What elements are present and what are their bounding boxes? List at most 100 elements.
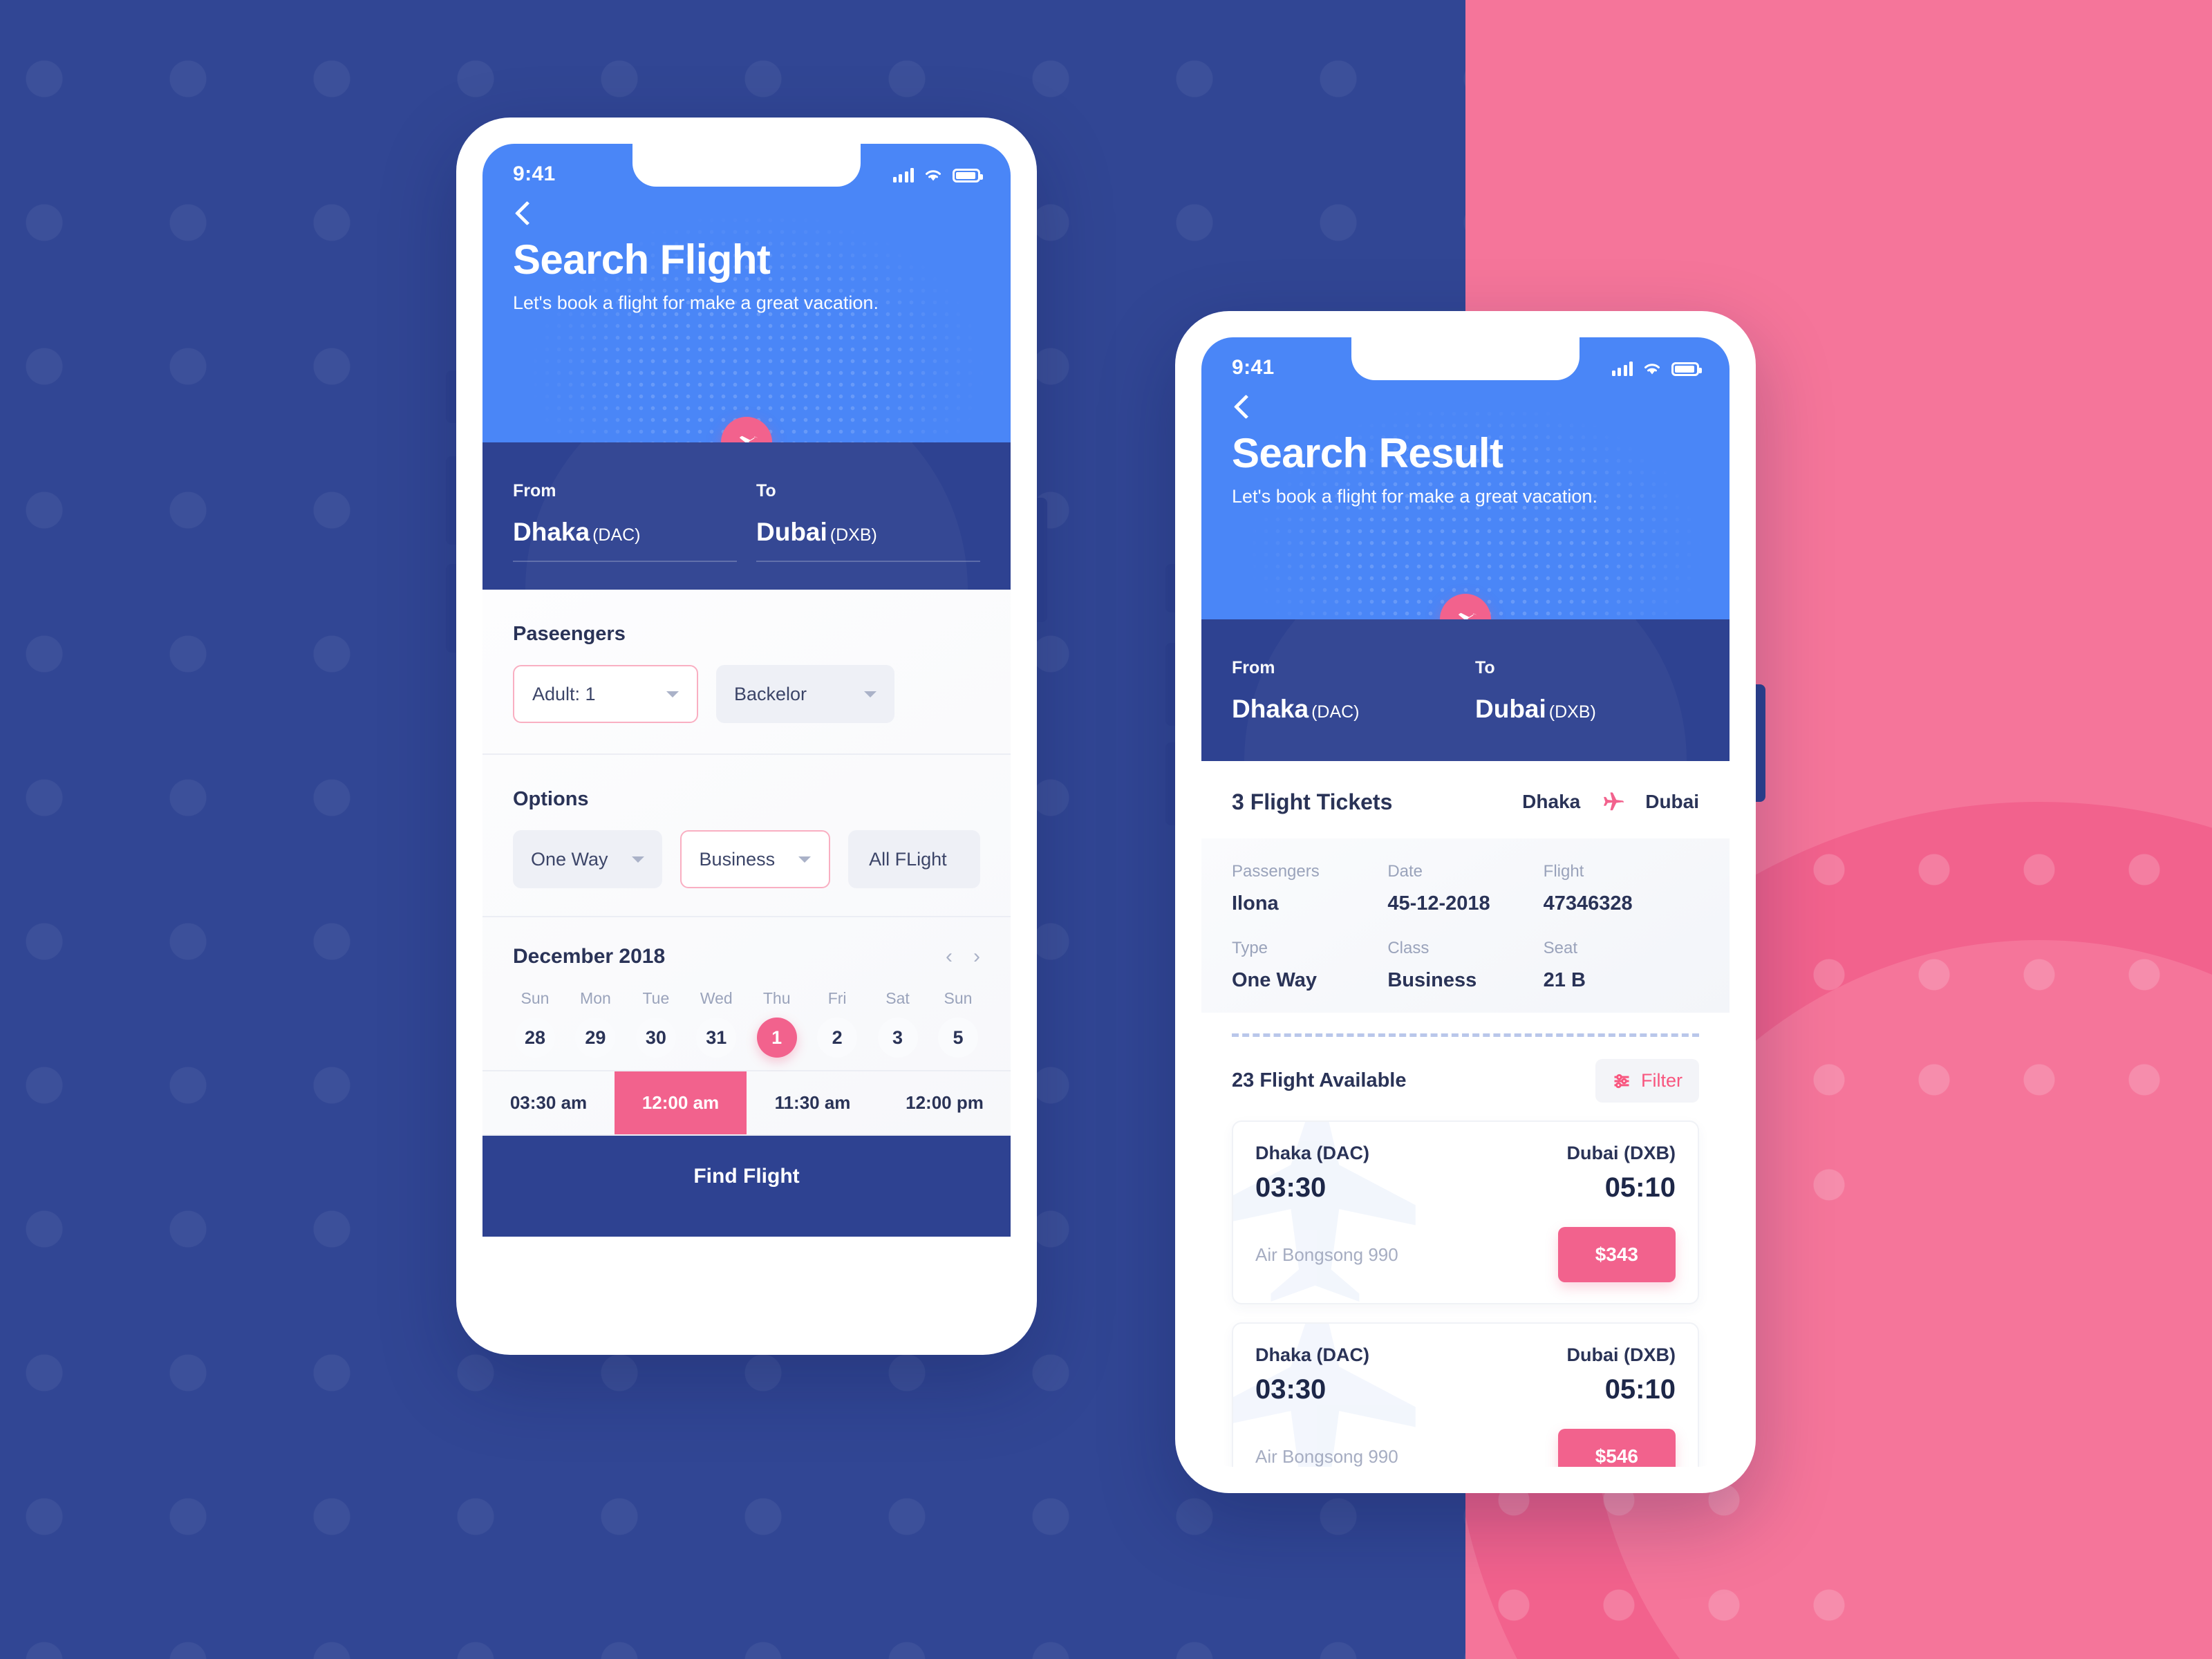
calendar-day-cell[interactable]: Sat 3 xyxy=(876,989,920,1058)
calendar-day-number: 29 xyxy=(575,1018,616,1058)
options-section: Options One Way Business All FLight xyxy=(482,755,1011,916)
calendar-day-cell[interactable]: Tue 30 xyxy=(634,989,678,1058)
from-label: From xyxy=(513,481,556,500)
phone1-route-panel: From Dhaka (DAC) To Dubai (DXB) xyxy=(482,442,1011,590)
tickets-header: 3 Flight Tickets Dhaka Dubai xyxy=(1201,761,1730,838)
from-city: Dhaka xyxy=(1232,695,1309,723)
flight-result-card[interactable]: Dhaka (DAC) 03:30 Dubai (DXB) 05:10 Air Bong… xyxy=(1232,1121,1699,1304)
flight-label: Flight xyxy=(1543,862,1584,881)
phone1-volume-up-button[interactable] xyxy=(446,456,457,545)
airplane-icon xyxy=(1459,612,1477,619)
calendar-day-number: 31 xyxy=(696,1018,737,1058)
phone2-power-button[interactable] xyxy=(1756,684,1765,802)
calendar-day-cell[interactable]: Fri 2 xyxy=(815,989,859,1058)
ticket-summary-panel: Passengers Ilona Date 45-12-2018 Flight … xyxy=(1201,838,1730,1013)
passenger-type-select[interactable]: Backelor xyxy=(716,665,894,723)
summary-row: Type One Way Class Business Seat 21 B xyxy=(1232,939,1699,992)
seat-label: Seat xyxy=(1543,939,1578,957)
all-flight-button[interactable]: All FLight xyxy=(848,830,980,888)
ticket-destination: Dubai xyxy=(1645,791,1699,812)
passengers-section: Paseengers Adult: 1 Backelor xyxy=(482,590,1011,753)
trip-type-select[interactable]: One Way xyxy=(513,830,662,888)
calendar-day-number: 28 xyxy=(515,1018,555,1058)
chevron-left-icon[interactable]: ‹ xyxy=(946,945,953,968)
airplane-icon xyxy=(1604,792,1624,811)
find-flight-label: Find Flight xyxy=(693,1165,800,1188)
calendar-day-cell[interactable]: Thu 1 xyxy=(755,989,799,1058)
from-field[interactable]: From Dhaka (DAC) xyxy=(513,481,737,562)
phone2-route-panel: From Dhaka (DAC) To Dubai (DXB) xyxy=(1201,619,1730,761)
seat-value: 21 B xyxy=(1543,969,1586,991)
back-chevron-icon[interactable] xyxy=(513,202,536,225)
summary-seat: Seat 21 B xyxy=(1544,939,1699,992)
status-time: 9:41 xyxy=(1232,356,1275,379)
phone1-mute-button[interactable] xyxy=(446,371,457,423)
ticket-origin: Dhaka xyxy=(1522,791,1581,812)
calendar-day-cell[interactable]: Wed 31 xyxy=(694,989,738,1058)
summary-passengers: Passengers Ilona xyxy=(1232,862,1387,915)
chevron-down-icon xyxy=(798,856,812,863)
flight-departure-time: 03:30 xyxy=(1255,1172,1327,1203)
summary-flight: Flight 47346328 xyxy=(1544,862,1699,915)
from-value: Dhaka (DAC) xyxy=(1232,695,1456,738)
status-icons xyxy=(892,167,983,182)
phone2-volume-down-button[interactable] xyxy=(1165,742,1175,825)
class-value: Business xyxy=(1387,969,1477,991)
calendar-day-cell[interactable]: Sun 5 xyxy=(936,989,980,1058)
calendar-nav: ‹ › xyxy=(946,945,980,968)
chevron-down-icon xyxy=(631,856,644,863)
time-slot[interactable]: 11:30 am xyxy=(747,1071,879,1134)
flight-origin: Dhaka (DAC) 03:30 xyxy=(1255,1344,1369,1405)
flight-arrival-time: 05:10 xyxy=(1604,1374,1676,1405)
flight-price-button[interactable]: $546 xyxy=(1557,1429,1676,1467)
back-chevron-icon[interactable] xyxy=(1232,395,1255,419)
type-label: Type xyxy=(1232,939,1268,957)
sliders-icon xyxy=(1614,1074,1629,1088)
summary-class: Class Business xyxy=(1387,939,1543,992)
class-value: Business xyxy=(699,848,776,870)
time-slot[interactable]: 12:00 pm xyxy=(879,1071,1011,1134)
calendar-section: December 2018 ‹ › Sun 28 Mon 29 Tue 30 Wed 31 Th… xyxy=(482,917,1011,1070)
class-select[interactable]: Business xyxy=(679,830,831,888)
type-value: One Way xyxy=(1232,969,1318,991)
calendar-day-cell[interactable]: Sun 28 xyxy=(513,989,557,1058)
calendar-day-number: 1 xyxy=(756,1018,797,1058)
to-label: To xyxy=(1475,658,1495,677)
time-slot[interactable]: 12:00 am xyxy=(615,1071,747,1134)
phone2-volume-up-button[interactable] xyxy=(1165,643,1175,726)
calendar-header: December 2018 ‹ › xyxy=(513,945,980,968)
calendar-day-cell[interactable]: Mon 29 xyxy=(573,989,617,1058)
phone1-notch xyxy=(632,144,861,187)
status-time: 9:41 xyxy=(513,162,556,185)
options-label: Options xyxy=(513,788,589,810)
from-field[interactable]: From Dhaka (DAC) xyxy=(1232,658,1456,738)
flight-departure-time: 03:30 xyxy=(1255,1374,1327,1405)
all-flight-label: All FLight xyxy=(869,848,947,870)
calendar-days: Sun 28 Mon 29 Tue 30 Wed 31 Thu 1 Fri 2 Sat 3 Sun 5 xyxy=(513,989,980,1058)
trip-type-value: One Way xyxy=(531,848,608,870)
ticket-route-summary: Dhaka Dubai xyxy=(1522,789,1699,815)
phone2-mute-button[interactable] xyxy=(1165,564,1175,612)
phone1-volume-down-button[interactable] xyxy=(446,564,457,653)
flight-result-card[interactable]: Dhaka (DAC) 03:30 Dubai (DXB) 05:10 Air Bong… xyxy=(1232,1322,1699,1467)
find-flight-button[interactable]: Find Flight xyxy=(482,1136,1011,1237)
to-field[interactable]: To Dubai (DXB) xyxy=(756,481,980,562)
adult-count-select[interactable]: Adult: 1 xyxy=(513,665,698,723)
summary-row: Passengers Ilona Date 45-12-2018 Flight … xyxy=(1232,862,1699,915)
calendar-month-label: December 2018 xyxy=(513,945,666,968)
flight-destination-city: Dubai (DXB) xyxy=(1566,1143,1676,1163)
calendar-day-name: Mon xyxy=(580,989,611,1007)
class-label: Class xyxy=(1387,939,1430,957)
time-slot[interactable]: 03:30 am xyxy=(482,1071,615,1134)
flight-arrival-time: 05:10 xyxy=(1604,1172,1676,1203)
flight-price-button[interactable]: $343 xyxy=(1557,1227,1676,1282)
phone1-power-button[interactable] xyxy=(1036,498,1047,622)
to-field[interactable]: To Dubai (DXB) xyxy=(1475,658,1699,738)
chevron-right-icon[interactable]: › xyxy=(973,945,980,968)
airplane-icon xyxy=(740,435,758,442)
to-code: (DXB) xyxy=(1548,702,1596,722)
battery-icon xyxy=(1671,362,1702,376)
chevron-down-icon xyxy=(666,691,679,697)
calendar-day-name: Sun xyxy=(521,989,550,1007)
filter-button[interactable]: Filter xyxy=(1595,1059,1699,1103)
